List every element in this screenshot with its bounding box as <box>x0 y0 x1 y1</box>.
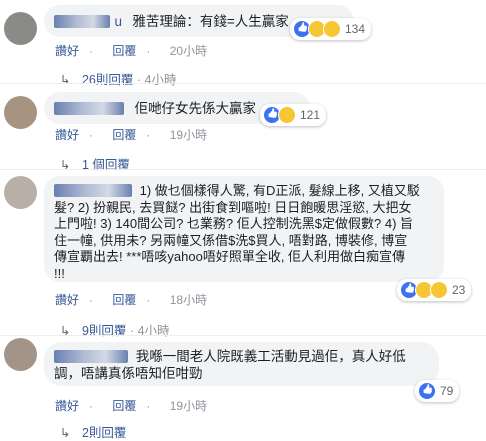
replies-count-label[interactable]: 26則回覆 <box>82 73 133 87</box>
comment-text-line: !!! <box>54 265 65 281</box>
comment-actions: 讚好 · 回覆 · 20小時 <box>55 42 217 59</box>
dot: · <box>146 293 151 307</box>
like-link[interactable]: 讚好 <box>55 128 79 142</box>
reaction-summary[interactable]: 23 <box>397 279 472 301</box>
replies-time: 4小時 <box>144 73 177 87</box>
dot: · <box>89 293 94 307</box>
view-replies-link[interactable]: ↳ 9則回覆 · 4小時 <box>60 320 170 339</box>
comment-text: 雅苦理論：有錢=人生贏家 <box>132 14 289 29</box>
separator-line <box>0 83 486 84</box>
comment-actions: 讚好 · 回覆 · 19小時 <box>55 397 217 414</box>
reply-link[interactable]: 回覆 <box>112 128 136 142</box>
reply-link[interactable]: 回覆 <box>112 293 136 307</box>
reply-link[interactable]: 回覆 <box>112 44 136 58</box>
comment-time[interactable]: 19小時 <box>170 399 207 413</box>
separator-line <box>0 335 486 336</box>
reaction-summary[interactable]: 134 <box>290 18 372 40</box>
comment-time[interactable]: 20小時 <box>170 44 207 58</box>
commenter-name[interactable] <box>54 102 124 115</box>
reply-link[interactable]: 回覆 <box>112 399 136 413</box>
comment-text-line: 1) 做乜個樣得人驚, 有D正派, 髮線上移, 又植又駁 <box>139 183 420 198</box>
avatar[interactable] <box>4 176 37 209</box>
comment-actions: 讚好 · 回覆 · 19小時 <box>55 126 217 143</box>
commenter-name[interactable] <box>54 350 128 363</box>
separator-line <box>0 169 486 170</box>
haha-reaction-icon <box>278 106 296 124</box>
dot: · <box>89 128 94 142</box>
view-replies-link[interactable]: ↳ 26則回覆 · 4小時 <box>60 69 176 88</box>
dot: · <box>89 44 94 58</box>
commenter-name[interactable] <box>54 15 110 28</box>
avatar[interactable] <box>4 96 37 129</box>
comment-text-block: 1) 做乜個樣得人驚, 有D正派, 髮線上移, 又植又駁 髮? 2) 扮親民, … <box>54 183 434 282</box>
reply-arrow-icon: ↳ <box>60 73 71 87</box>
comment-bubble: 1) 做乜個樣得人驚, 有D正派, 髮線上移, 又植又駁 髮? 2) 扮親民, … <box>44 176 444 282</box>
comment-text: 佢哋仔女先係大贏家 <box>134 101 256 116</box>
comment-text-block: 我喺一間老人院既義工活動見過佢，真人好低 調，唔講真係唔知佢咁勁 <box>54 348 429 382</box>
view-replies-link[interactable]: ↳ 2則回覆 <box>60 422 126 441</box>
reaction-count: 134 <box>345 22 366 36</box>
comment-actions: 讚好 · 回覆 · 18小時 <box>55 291 217 308</box>
like-link[interactable]: 讚好 <box>55 399 79 413</box>
avatar[interactable] <box>4 338 37 371</box>
sad-reaction-icon <box>430 281 448 299</box>
reaction-summary[interactable]: 121 <box>260 104 327 126</box>
reaction-count: 121 <box>300 108 321 122</box>
like-reaction-icon <box>418 382 436 400</box>
replies-count-label[interactable]: 2則回覆 <box>82 426 126 440</box>
comment-text-line: 上門啦! 3) 140間公司? 乜業務? 佢人控制洗黑$定做假數? 4) 旨 <box>54 216 414 231</box>
comment-text-line: 調，唔講真係唔知佢咁勁 <box>54 366 203 381</box>
commenter-name[interactable] <box>54 184 132 197</box>
reaction-summary[interactable]: 79 <box>415 380 460 402</box>
reaction-count: 79 <box>440 384 454 398</box>
comment-text-line: 住一幢, 供用未? 另兩幢又係借$洗$買人, 唔對路, 博裝修, 博宣 <box>54 232 408 248</box>
comment-text-line: 髮? 2) 扮親民, 去買餸? 出街食到嘔啦! 日日飽暖思淫慾, 大把女 <box>54 199 412 215</box>
reaction-count: 23 <box>452 283 466 297</box>
reply-arrow-icon: ↳ <box>60 426 71 440</box>
comment-bubble: 我喺一間老人院既義工活動見過佢，真人好低 調，唔講真係唔知佢咁勁 <box>44 342 439 386</box>
avatar[interactable] <box>4 12 37 45</box>
like-link[interactable]: 讚好 <box>55 293 79 307</box>
dot: · <box>146 128 151 142</box>
dot: · <box>146 399 151 413</box>
comment-time[interactable]: 18小時 <box>170 293 207 307</box>
sad-reaction-icon <box>323 20 341 38</box>
comment-time[interactable]: 19小時 <box>170 128 207 142</box>
dot: · <box>89 399 94 413</box>
commenter-name-tail[interactable]: u <box>114 14 122 29</box>
view-replies-link[interactable]: ↳ 1 個回覆 <box>60 154 130 173</box>
comment-text-line: 傳宣覇出去! ***唔咳yahoo唔好照單全收, 佢人利用做白痴宣傳 <box>54 249 406 264</box>
dot: · <box>136 73 142 87</box>
dot: · <box>146 44 151 58</box>
comment-text-line: 我喺一間老人院既義工活動見過佢，真人好低 <box>135 349 406 364</box>
like-link[interactable]: 讚好 <box>55 44 79 58</box>
